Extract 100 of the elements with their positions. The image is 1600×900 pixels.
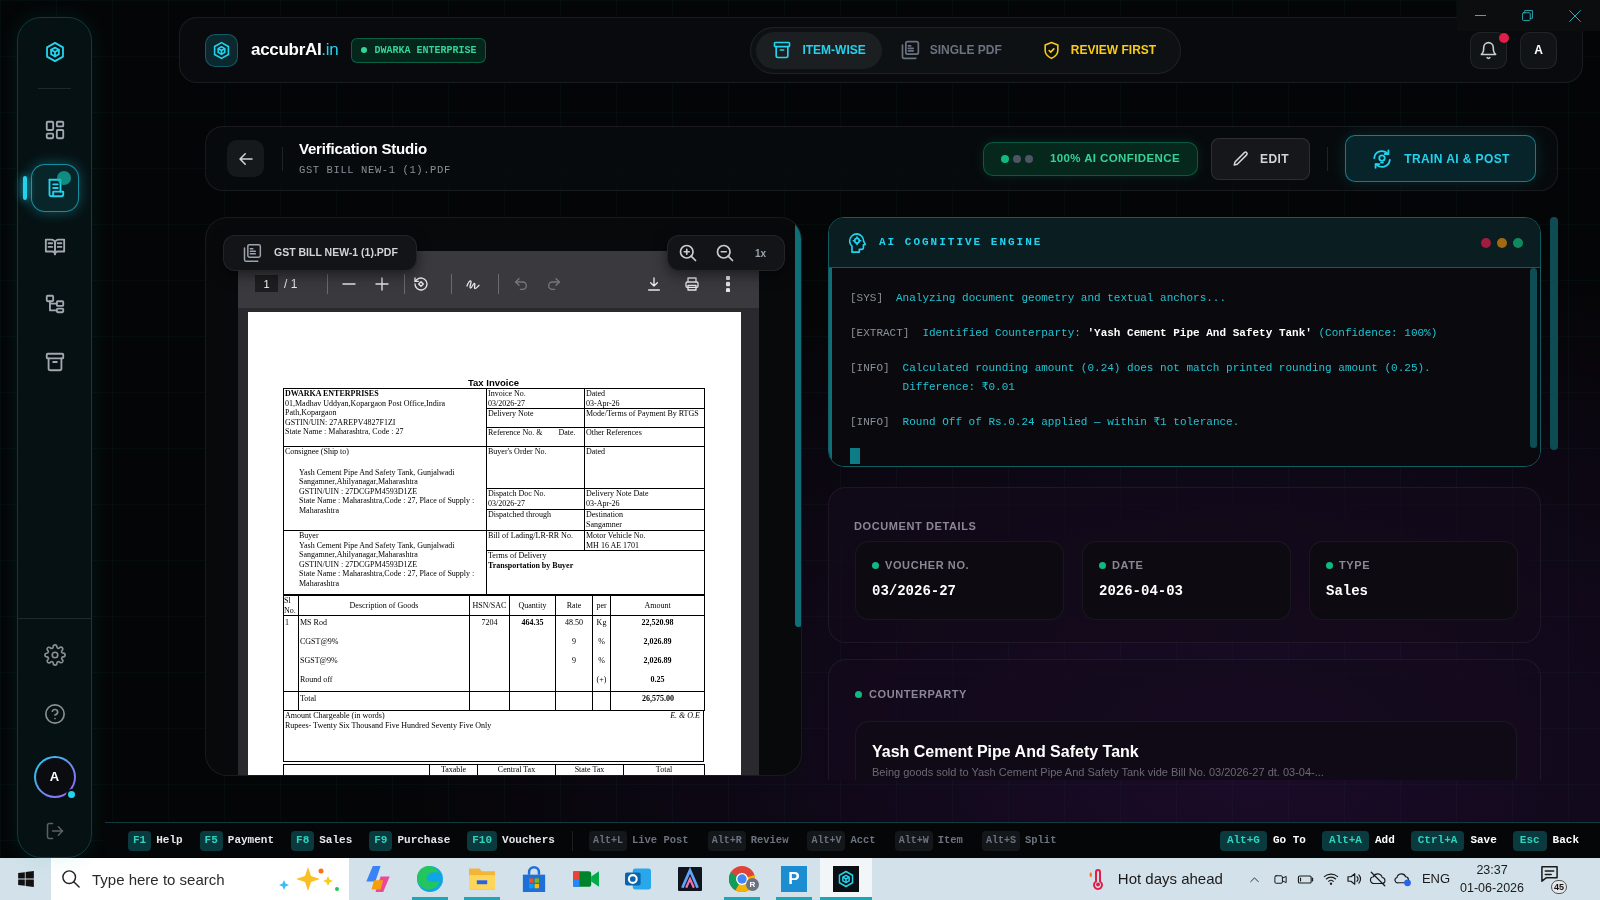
scrollbar-thumb[interactable] [1550, 217, 1558, 450]
invoice-title: Tax Invoice [467, 377, 519, 388]
back-button[interactable] [227, 140, 264, 177]
column-header: Quantity [518, 600, 547, 611]
shortcut-key: Alt+V [807, 830, 846, 851]
minimize-icon [1475, 15, 1486, 16]
shortcut-key: Alt+G [1219, 830, 1267, 851]
app-logo-tile: P [781, 866, 807, 892]
rotate-icon[interactable] [413, 275, 430, 292]
triangle-logo-icon [678, 867, 702, 891]
notifications-button[interactable] [1470, 31, 1507, 69]
amount-value: 2,026.89 [643, 655, 672, 665]
shortcut-label: Sales [319, 833, 353, 849]
field-value: 03/2026-27 [488, 398, 525, 408]
log-tag: [INFO] [850, 359, 890, 397]
log-message: Identified Counterparty: 'Yash Cement Pipe And Safety Tank' (Confidence: 100%) [922, 326, 1438, 341]
field-label: Other References [586, 428, 642, 438]
print-icon[interactable] [684, 275, 700, 292]
user-avatar[interactable]: A [33, 756, 76, 798]
field-label: Invoice No. [488, 389, 526, 399]
section-title: COUNTERPARTY [869, 688, 968, 701]
amount-value: 0.25 [650, 674, 665, 684]
weather-text[interactable]: Hot days ahead [1117, 867, 1223, 891]
search-box[interactable]: Type here to search [51, 858, 349, 900]
language-indicator[interactable]: ENG [1421, 869, 1451, 889]
column-header: Central Tax [497, 765, 536, 775]
pdf-stack-icon [242, 243, 262, 263]
party-label: Consignee (Ship to) [285, 447, 349, 457]
shortcut-key: F9 [369, 830, 393, 851]
party-address-line: Sangamner,Ahilyanagar,Maharashtra [299, 550, 418, 560]
user-avatar[interactable]: A [1520, 31, 1557, 69]
log-message: Round Off of Rs.0.24 applied — within ₹1 tolerance. [902, 415, 1240, 430]
rate-value: 9 [572, 655, 576, 665]
cloud-off-icon[interactable] [1368, 870, 1387, 888]
shortcut-label: Live Post [631, 832, 689, 848]
field-label: Terms of Delivery [488, 551, 547, 561]
shopping-bag-icon [521, 866, 547, 892]
speaker-icon[interactable] [1344, 870, 1363, 888]
field-label: Destination [586, 510, 623, 520]
column-header: Total [655, 765, 673, 775]
hsn-code: 7204 [481, 618, 498, 628]
item-description: CGST@9% [300, 636, 339, 646]
cloud-info-icon[interactable] [1393, 870, 1412, 888]
unit-value: Kg [596, 618, 607, 628]
brain-gear-icon [846, 231, 868, 254]
party-label: Buyer [299, 531, 319, 541]
seller-address-line: GSTIN/UIN: 27AREPV4827F1ZI [285, 417, 396, 427]
party-address-line: Sangamner,Ahilyanagar,Maharashtra [299, 477, 418, 487]
shortcut-key: Esc [1512, 830, 1547, 851]
review-first-toggle[interactable]: REVIEW FIRST [1031, 31, 1167, 69]
train-and-post-button[interactable]: TRAIN AI & POST [1345, 135, 1536, 182]
logout-icon[interactable] [44, 821, 65, 841]
column-header: per [596, 600, 607, 611]
notification-icon[interactable] [1541, 866, 1558, 882]
taskbar-app-button[interactable] [820, 858, 872, 900]
seller-address-line: 01,Madhav Uddyan,Kopargaon Post Office,Indira [285, 398, 446, 408]
shortcut-key: Alt+W [894, 830, 933, 851]
total-amount: 26,575.00 [642, 694, 674, 704]
nav-button[interactable] [30, 164, 79, 212]
taskbar-app-button[interactable]: P [768, 858, 820, 900]
shortcut-key: Alt+A [1321, 830, 1369, 851]
download-icon[interactable] [646, 275, 662, 292]
zoom-out-icon[interactable] [715, 243, 735, 263]
detail-label: VOUCHER NO. [885, 559, 970, 572]
logo-icon[interactable] [43, 41, 66, 63]
mode-tab[interactable]: SINGLE PDF [883, 31, 1018, 69]
clock-date[interactable]: 01-06-2026 [1460, 879, 1524, 897]
field-label: Delivery Note Date [586, 489, 649, 499]
serial-number: 1 [285, 618, 289, 628]
seller-name: DWARKA ENTERPRISES [285, 389, 379, 399]
shortcut-key: Alt+L [588, 830, 627, 851]
party-address-line: State Name : Maharashtra,Code : 27, Place of Supply : [299, 569, 475, 579]
unit-value: % [598, 636, 605, 646]
archive-box-icon [43, 351, 66, 373]
notification-count[interactable]: 45 [1551, 880, 1567, 894]
wifi-icon[interactable] [1322, 871, 1339, 887]
shortcut-label: Payment [227, 833, 275, 849]
search-icon[interactable] [62, 870, 80, 888]
search-field[interactable]: Type here to search [92, 864, 262, 894]
settings-icon[interactable] [43, 644, 66, 666]
more-options-icon[interactable] [726, 275, 730, 292]
mode-tab[interactable]: ITEM-WISE [756, 31, 882, 69]
edit-button[interactable]: EDIT [1211, 137, 1310, 180]
shortcut-key: F8 [291, 830, 315, 851]
detail-label: TYPE [1339, 559, 1371, 572]
folder-icon [469, 866, 495, 892]
zoom-in-icon[interactable] [678, 243, 698, 263]
help-icon[interactable] [43, 703, 66, 725]
scrollbar-thumb[interactable] [1530, 268, 1537, 448]
page-number-field[interactable]: 1 [255, 275, 278, 292]
page-count: / 1 [284, 275, 298, 293]
clock-time[interactable]: 23:37 [1476, 861, 1508, 879]
counterparty-narration: Being goods sold to Yash Cement Pipe And Safety Tank vide Bill No. 03/2026-27 dt. 03-04-... [872, 766, 1324, 779]
detail-value: 03/2026-27 [872, 582, 956, 600]
party-address-line: Yash Cement Pipe And Safety Tank, Gunjalwadi [299, 467, 455, 477]
field-label: Bill of Lading/LR-RR No. [488, 531, 573, 541]
hierarchy-icon [43, 293, 66, 315]
shortcut-label: Add [1374, 833, 1395, 849]
zoom-in-plus-icon[interactable] [374, 275, 391, 292]
field-value: Sangamner [586, 519, 622, 529]
